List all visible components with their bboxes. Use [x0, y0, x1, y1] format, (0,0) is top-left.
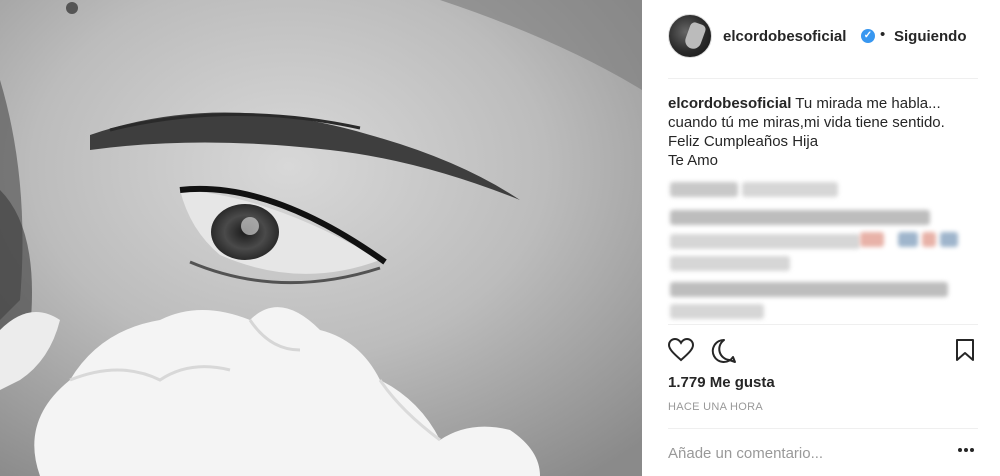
photo-illustration	[0, 0, 642, 476]
comments-divider	[668, 324, 978, 325]
caption-line-4: Te Amo	[668, 152, 719, 169]
blurred-comment-text	[670, 282, 948, 297]
following-button[interactable]: Siguiendo	[894, 28, 967, 45]
heart-icon[interactable]	[667, 337, 695, 367]
blurred-comment-text	[670, 210, 930, 225]
verified-badge-icon: ✓	[861, 29, 875, 43]
add-comment-input[interactable]	[668, 443, 928, 463]
blurred-comment-text	[670, 182, 738, 197]
caption-line-2: cuando tú me miras,mi vida tiene sentido…	[668, 114, 945, 131]
caption-line-1: Tu mirada me habla...	[795, 95, 941, 112]
caption-username-link[interactable]: elcordobesoficial	[668, 95, 791, 112]
footer-divider	[668, 428, 978, 429]
blurred-emoji	[922, 232, 936, 247]
header-divider	[668, 78, 978, 79]
blurred-comment-text	[670, 304, 764, 319]
comment-bubble-icon[interactable]	[711, 338, 737, 369]
caption-line-3: Feliz Cumpleaños Hija	[668, 133, 819, 150]
blurred-emoji	[898, 232, 918, 247]
blurred-comment-text	[742, 182, 838, 197]
post-photo[interactable]	[0, 0, 642, 476]
post-timestamp[interactable]: HACE UNA HORA	[668, 401, 763, 413]
blurred-emoji	[860, 232, 884, 247]
likes-count[interactable]: 1.779 Me gusta	[668, 374, 775, 391]
post-side-panel: elcordobesoficial ✓ • Siguiendo elcordob…	[642, 0, 1000, 476]
post-header: elcordobesoficial ✓ • Siguiendo	[642, 0, 1000, 78]
bookmark-icon[interactable]	[955, 338, 975, 367]
more-options-icon[interactable]	[957, 440, 975, 458]
blurred-emoji	[940, 232, 958, 247]
author-username-link[interactable]: elcordobesoficial	[723, 28, 846, 45]
blurred-comment-text	[670, 234, 860, 249]
post-caption: elcordobesoficial Tu mirada me habla... …	[668, 94, 984, 170]
blurred-comment-text	[670, 256, 790, 271]
author-avatar[interactable]	[668, 14, 712, 58]
separator-dot: •	[880, 26, 886, 43]
post-actions	[642, 334, 1000, 368]
